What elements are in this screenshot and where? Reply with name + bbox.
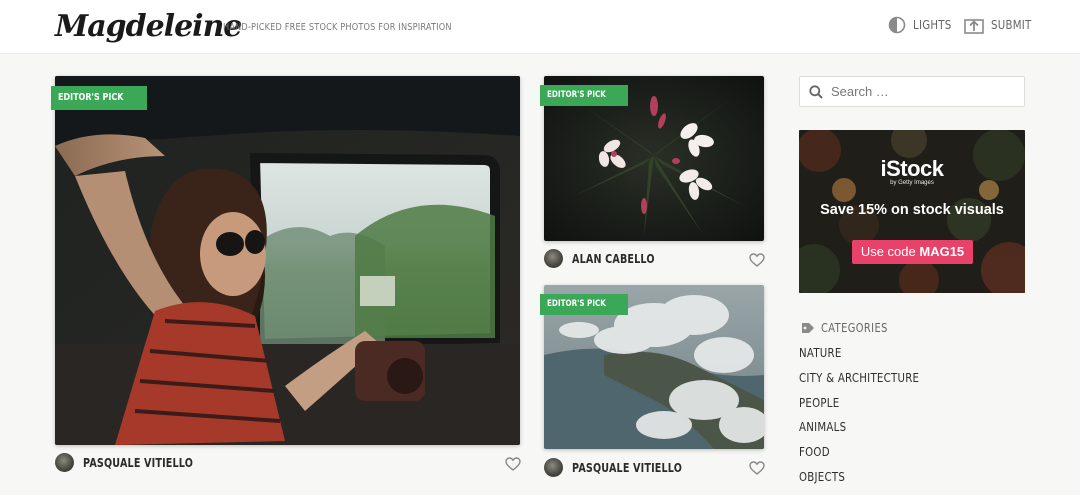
upload-icon (964, 17, 984, 34)
istock-ad-banner[interactable]: iStock by Getty Images Save 15% on stock… (799, 130, 1025, 293)
categories-list: NATURE CITY & ARCHITECTURE PEOPLE ANIMAL… (799, 346, 940, 495)
photo-meta: ALAN CABELLO (544, 249, 675, 268)
editors-pick-badge: EDITOR'S PICK (51, 86, 147, 110)
photo-meta: PASQUALE VITIELLO (544, 458, 710, 477)
lights-label: LIGHTS (913, 18, 952, 32)
category-link[interactable]: FOOD (799, 445, 940, 470)
category-link[interactable]: CITY & ARCHITECTURE (799, 371, 940, 396)
search-icon (809, 84, 823, 99)
category-link[interactable]: ANIMALS (799, 420, 940, 445)
categories-heading: CATEGORIES (801, 321, 902, 335)
author-name[interactable]: PASQUALE VITIELLO (83, 456, 193, 470)
ad-sub: by Getty Images (890, 180, 934, 186)
tag-icon (802, 323, 814, 333)
submit-link[interactable]: SUBMIT (964, 16, 1039, 34)
heart-icon[interactable] (505, 457, 521, 471)
ad-brand: iStock (880, 156, 944, 181)
search-input[interactable] (831, 84, 1011, 99)
lights-toggle-icon (888, 16, 906, 34)
photo-woman-car[interactable] (55, 76, 520, 445)
author-name[interactable]: ALAN CABELLO (572, 252, 655, 266)
photo-meta: PASQUALE VITIELLO (55, 453, 221, 472)
ad-headline: Save 15% on stock visuals (820, 202, 1004, 218)
site-logo[interactable]: Magdeleine (55, 9, 242, 44)
avatar[interactable] (544, 458, 563, 477)
editors-pick-badge: EDITOR'S PICK (540, 294, 628, 315)
submit-label: SUBMIT (991, 18, 1032, 32)
heart-icon[interactable] (749, 461, 765, 475)
ad-cta-button[interactable]: Use code MAG15 (852, 240, 973, 264)
author-name[interactable]: PASQUALE VITIELLO (572, 461, 682, 475)
site-header: Magdeleine HAND-PICKED FREE STOCK PHOTOS… (0, 0, 1080, 54)
avatar[interactable] (544, 249, 563, 268)
lights-toggle[interactable]: LIGHTS (888, 16, 958, 34)
category-link[interactable]: OBJECTS (799, 470, 940, 495)
category-link[interactable]: NATURE (799, 346, 940, 371)
category-link[interactable]: PEOPLE (799, 396, 940, 421)
avatar[interactable] (55, 453, 74, 472)
heart-icon[interactable] (749, 253, 765, 267)
categories-title: CATEGORIES (821, 321, 888, 335)
editors-pick-badge: EDITOR'S PICK (540, 85, 628, 106)
site-tagline: HAND-PICKED FREE STOCK PHOTOS FOR INSPIR… (223, 22, 452, 33)
search-box[interactable] (799, 76, 1025, 107)
ad-content: iStock by Getty Images Save 15% on stock… (799, 130, 1025, 293)
